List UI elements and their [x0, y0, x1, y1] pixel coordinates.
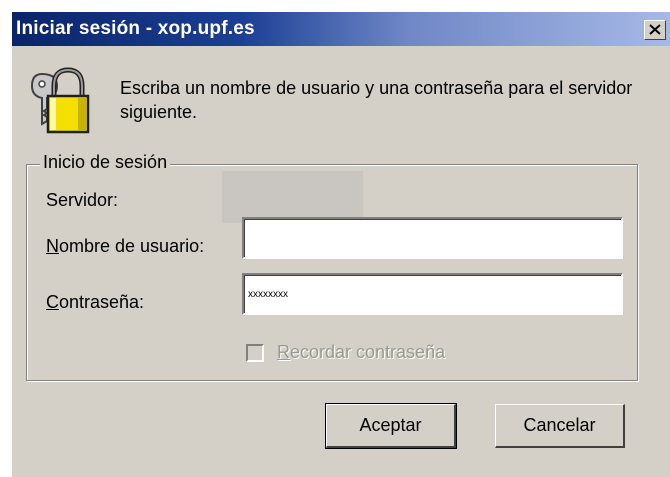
- password-label-rest: ontraseña:: [59, 292, 145, 312]
- accept-button[interactable]: Aceptar: [325, 403, 457, 449]
- remember-label-rest: ecordar contraseña: [290, 342, 446, 362]
- server-label: Servidor:: [46, 190, 119, 210]
- remember-password-checkbox[interactable]: [246, 344, 264, 362]
- server-value: [222, 171, 363, 223]
- remember-mnemonic: R: [277, 342, 290, 362]
- password-mnemonic: C: [46, 292, 59, 312]
- password-input[interactable]: [242, 273, 623, 315]
- close-button[interactable]: [644, 20, 666, 40]
- remember-password-label: Recordar contraseña: [277, 342, 445, 363]
- cancel-button[interactable]: Cancelar: [495, 404, 625, 448]
- username-mnemonic: N: [46, 236, 59, 256]
- group-legend: Inicio de sesión: [40, 152, 171, 173]
- title-bar[interactable]: Iniciar sesión - xop.upf.es: [12, 12, 670, 46]
- password-label: Contraseña:: [46, 292, 144, 313]
- prompt-message: Escriba un nombre de usuario y una contr…: [120, 78, 633, 122]
- window-title: Iniciar sesión - xop.upf.es: [16, 18, 255, 39]
- username-input[interactable]: [242, 217, 623, 259]
- lock-icon: [30, 67, 90, 134]
- username-label-rest: ombre de usuario:: [59, 236, 205, 256]
- close-icon: [649, 24, 661, 35]
- username-label: Nombre de usuario:: [46, 236, 204, 257]
